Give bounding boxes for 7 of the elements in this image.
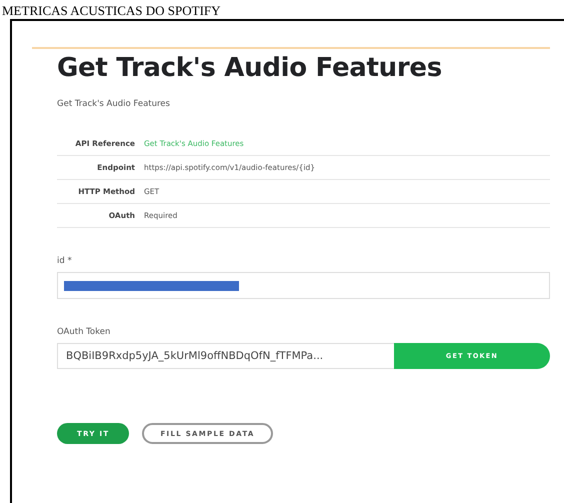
page-subtitle: Get Track's Audio Features <box>57 99 170 109</box>
document-caption: METRICAS ACUSTICAS DO SPOTIFY <box>1 4 221 18</box>
token-input-field[interactable]: BQBiIB9Rxdp5yJA_5kUrMl9offNBDqOfN_fTFMPa... <box>57 343 394 369</box>
field-label: OAuth Token <box>57 327 110 337</box>
page-title: Get Track's Audio Features <box>57 53 442 83</box>
id-input-field[interactable] <box>57 272 550 299</box>
field-label: id * <box>57 256 72 266</box>
